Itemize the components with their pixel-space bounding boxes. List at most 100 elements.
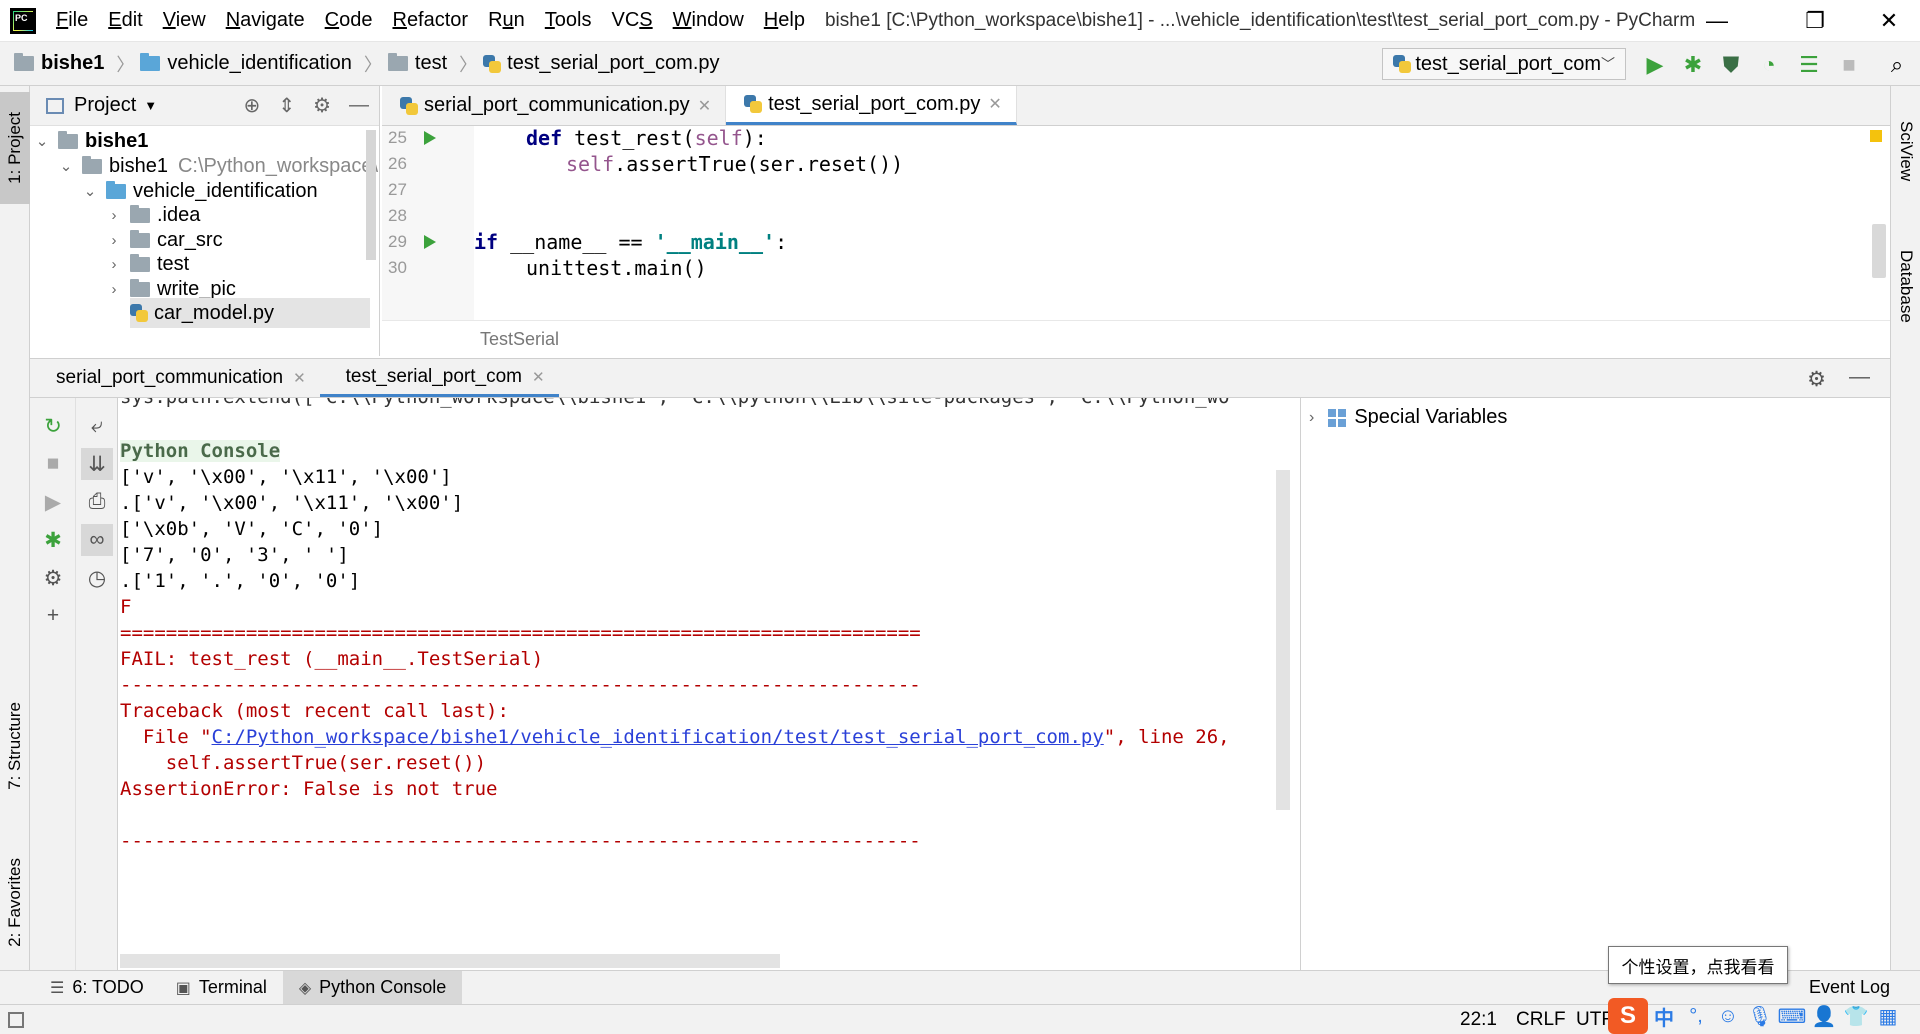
stop-icon[interactable]: ■ (37, 448, 69, 480)
tab-sciview[interactable]: SciView (1891, 96, 1920, 206)
punctuation-icon[interactable]: °, (1680, 1005, 1712, 1028)
project-view-select[interactable]: Project (74, 94, 136, 117)
project-scrollbar[interactable] (366, 130, 376, 260)
menu-tools[interactable]: Tools (535, 9, 602, 32)
line-separator[interactable]: CRLF (1516, 1009, 1566, 1031)
ime-language[interactable]: 中 (1648, 1002, 1680, 1031)
chevron-down-icon[interactable]: ▼ (144, 98, 157, 113)
close-icon[interactable]: ✕ (532, 368, 545, 386)
menu-navigate[interactable]: Navigate (216, 9, 315, 32)
print-icon[interactable]: ⎙ (81, 486, 113, 518)
breadcrumb-test[interactable]: test (387, 52, 447, 75)
tab-console-serial-port-communication[interactable]: serial_port_communication ✕ (30, 359, 320, 397)
debug-icon[interactable]: ✱ (37, 524, 69, 556)
console-toolbar-secondary: ⤶ ⇊ ⎙ ∞ ◷ (76, 398, 118, 970)
traceback-file-link[interactable]: C:/Python_workspace/bishe1/vehicle_ident… (212, 726, 1104, 748)
menu-bar: File Edit View Navigate Code Refactor Ru… (0, 0, 1920, 42)
history-icon[interactable]: ◷ (81, 562, 113, 594)
user-icon[interactable]: 👤 (1808, 1004, 1840, 1029)
menu-edit[interactable]: Edit (98, 9, 152, 32)
concurrency-icon[interactable]: ☰ (1796, 52, 1822, 78)
tab-terminal[interactable]: ▣ Terminal (160, 971, 283, 1005)
folder-icon (130, 204, 150, 223)
code-line: def test_rest(self): (526, 126, 767, 150)
debug-icon[interactable]: ✱ (1680, 52, 1706, 78)
close-icon[interactable]: ✕ (293, 369, 306, 387)
tab-todo[interactable]: ☰ 6: TODO (34, 971, 160, 1005)
pycharm-logo-icon (10, 7, 36, 34)
menu-code[interactable]: Code (315, 9, 383, 32)
search-icon[interactable]: ⌕ (1884, 52, 1910, 78)
tree-item-car-model[interactable]: car_model.py (130, 298, 370, 328)
keyboard-icon[interactable]: ⌨ (1776, 1004, 1808, 1029)
menu-refactor[interactable]: Refactor (382, 9, 478, 32)
menu-file[interactable]: File (46, 9, 98, 32)
gear-icon[interactable]: ⚙ (313, 93, 331, 118)
console-horizontal-scrollbar[interactable] (120, 954, 780, 968)
tab-project[interactable]: 1: Project (0, 92, 30, 204)
add-console-icon[interactable]: + (37, 600, 69, 632)
gear-icon[interactable]: ⚙ (1807, 367, 1826, 392)
menu-view[interactable]: View (153, 9, 216, 32)
caret-position[interactable]: 22:1 (1460, 1009, 1497, 1031)
close-icon[interactable]: ✕ (988, 94, 1001, 114)
breadcrumb-project[interactable]: bishe1 (14, 52, 104, 75)
minimize-button[interactable]: — (1686, 0, 1748, 42)
tab-python-console[interactable]: ◈ Python Console (282, 970, 463, 1005)
tab-structure[interactable]: 7: Structure (0, 686, 30, 806)
scroll-to-end-icon[interactable]: ⇊ (81, 448, 113, 480)
run-configuration-select[interactable]: test_serial_port_com ﹀ (1382, 48, 1626, 80)
run-icon[interactable]: ▶ (1642, 52, 1668, 78)
editor-gutter: 25 26 27 28 29 30 (382, 126, 474, 320)
menu-run[interactable]: Run (478, 9, 535, 32)
tab-database[interactable]: Database (1891, 216, 1920, 356)
settings-icon[interactable]: ⚙ (37, 562, 69, 594)
python-file-icon (130, 304, 148, 322)
run-test-icon[interactable] (424, 131, 436, 145)
soft-wrap-icon[interactable]: ⤶ (81, 410, 113, 442)
emoji-icon[interactable]: ☺ (1712, 1005, 1744, 1028)
shirt-icon[interactable]: 👕 (1840, 1004, 1872, 1029)
variables-grid-icon (1328, 408, 1347, 427)
collapse-all-icon[interactable]: ⇕ (278, 93, 295, 118)
stop-icon[interactable]: ■ (1836, 52, 1862, 78)
tool-windows-icon[interactable] (8, 1011, 24, 1028)
resume-icon[interactable]: ▶ (37, 486, 69, 518)
grid-menu-icon[interactable]: ▦ (1872, 1004, 1904, 1029)
chevron-right-icon: › (111, 231, 117, 249)
run-main-icon[interactable] (424, 235, 436, 249)
menu-help[interactable]: Help (754, 9, 815, 32)
console-line: sys.path.extend(['C:\\Python_workspace\\… (120, 398, 1230, 408)
tab-console-test-serial-port-com[interactable]: test_serial_port_com ✕ (319, 359, 559, 397)
restore-button[interactable]: ❐ (1784, 0, 1846, 42)
folder-icon (58, 130, 78, 149)
console-scrollbar[interactable] (1276, 470, 1290, 810)
close-window-button[interactable]: ✕ (1858, 0, 1920, 42)
code-editor[interactable]: 25 26 27 28 29 30 def test_rest(self): s… (382, 126, 1890, 320)
editor-scrollbar[interactable] (1872, 224, 1886, 278)
sogou-logo-icon[interactable]: S (1608, 998, 1648, 1034)
hide-icon[interactable]: — (1849, 365, 1870, 389)
profile-icon[interactable]: ◔ (1756, 52, 1782, 78)
rerun-icon[interactable]: ↻ (37, 410, 69, 442)
variables-panel: › Special Variables (1300, 398, 1890, 970)
hide-icon[interactable]: — (349, 94, 369, 117)
special-variables-node[interactable]: › Special Variables (1309, 406, 1507, 429)
show-variables-icon[interactable]: ∞ (81, 524, 113, 556)
warning-marker-icon[interactable] (1870, 130, 1882, 142)
console-output[interactable]: sys.path.extend(['C:\\Python_workspace\\… (118, 398, 1278, 970)
chevron-right-icon: › (111, 280, 117, 298)
close-icon[interactable]: ✕ (698, 96, 711, 116)
editor-breadcrumb[interactable]: TestSerial (382, 320, 1890, 356)
menu-window[interactable]: Window (663, 9, 754, 32)
coverage-icon[interactable]: ⛊ (1718, 52, 1744, 78)
locate-icon[interactable]: ⊕ (244, 93, 261, 118)
tab-favorites[interactable]: 2: Favorites (0, 842, 30, 962)
code-line: unittest.main() (526, 256, 707, 280)
menu-vcs[interactable]: VCS (602, 9, 663, 32)
microphone-icon[interactable]: 🎙 (1744, 1004, 1776, 1029)
breadcrumb-vehicle-identification[interactable]: vehicle_identification (140, 52, 352, 75)
tab-test-serial-port-com[interactable]: test_serial_port_com.py ✕ (726, 86, 1017, 125)
breadcrumb-file[interactable]: test_serial_port_com.py (483, 52, 720, 75)
tab-serial-port-communication[interactable]: serial_port_communication.py ✕ (382, 86, 727, 125)
